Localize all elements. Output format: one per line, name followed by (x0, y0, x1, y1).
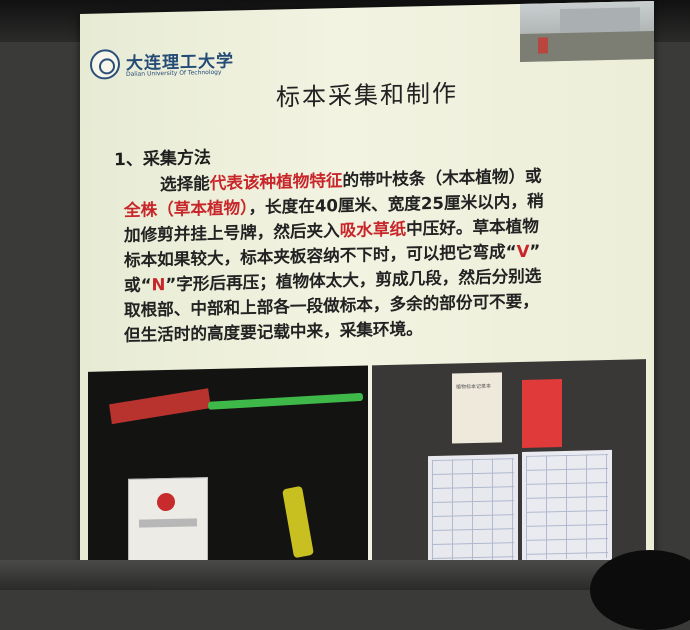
paragraph-text: 加修剪并挂上号牌，然后夹入 (124, 221, 340, 246)
paragraph-text: 选择能 (160, 174, 210, 195)
paragraph-text: 或“ (124, 275, 152, 296)
record-book: 植物标本记录本 (452, 372, 502, 444)
highlighted-text: 吸水草纸 (339, 219, 407, 241)
paragraph-text: 中压好。草本植物 (406, 216, 539, 239)
highlighted-text: 代表该种植物特征 (209, 171, 343, 194)
records-photo: 植物标本记录本 (372, 359, 646, 578)
logo-subtext: Dalian University Of Technology (126, 68, 222, 78)
section-heading: 1、采集方法 (114, 148, 211, 171)
pruner-head (109, 388, 211, 425)
label-sheet-right (522, 449, 612, 564)
paragraph-text: ” (529, 241, 541, 261)
paragraph-text: ，长度在40厘米、宽度25厘米以内，稍 (248, 191, 544, 218)
audience-head (590, 550, 690, 630)
highlighted-text: V (516, 241, 530, 262)
pole-pruner (207, 392, 364, 410)
campus-photo (520, 0, 654, 63)
body-paragraph: 选择能代表该种植物特征的带叶枝条（木本植物）或全株（草本植物），长度在40厘米、… (124, 162, 612, 348)
apple-icon (157, 492, 175, 512)
tools-photo (88, 365, 368, 584)
paragraph-text: 但生活时的高度要记载中来，采集环境。 (124, 319, 423, 346)
hand-shears (282, 485, 314, 559)
label-sheet-left (428, 454, 518, 567)
paragraph-text: 的带叶枝条（木本植物）或 (342, 166, 542, 191)
highlighted-text: N (151, 275, 166, 295)
seal-icon (90, 49, 120, 80)
highlighted-text: 全株（草本植物） (124, 198, 249, 221)
red-folder (522, 379, 562, 448)
projected-slide: 大连理工大学 Dalian University Of Technology 标… (80, 0, 654, 584)
floor-background (0, 560, 690, 590)
record-book-title: 植物标本记录本 (456, 383, 492, 391)
